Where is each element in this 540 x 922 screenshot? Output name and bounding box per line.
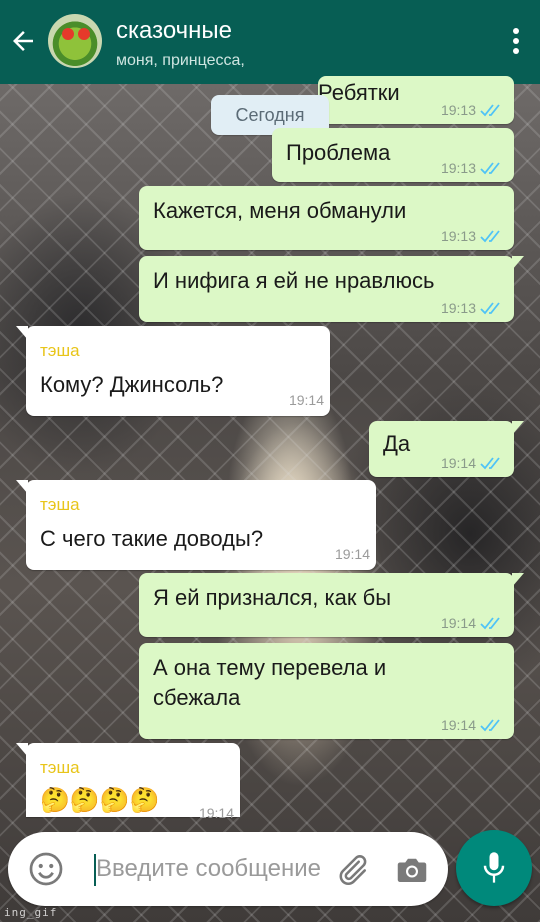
message-time: 19:14	[440, 717, 476, 733]
sender-name[interactable]: тэша	[40, 336, 80, 366]
message-text: С чего такие доводы?	[40, 526, 264, 551]
message-meta: 19:14	[289, 392, 324, 408]
message-meta: 19:14	[441, 615, 504, 631]
mic-button[interactable]	[456, 830, 532, 906]
message-outgoing[interactable]: А она тему перевела и сбежала 19:14	[139, 643, 514, 739]
double-check-icon	[480, 457, 500, 470]
message-time: 19:14	[288, 392, 324, 408]
message-emoji: 🤔🤔🤔🤔	[40, 786, 160, 814]
mic-icon	[483, 852, 505, 883]
message-time: 19:13	[440, 102, 476, 118]
message-time: 19:14	[440, 455, 476, 471]
message-text: И нифига я ей не нравлюсь	[153, 268, 435, 293]
chat-title[interactable]: сказочные	[116, 17, 232, 45]
message-meta: 19:13	[441, 228, 504, 244]
message-text-line1: А она тему перевела и	[153, 655, 387, 680]
message-text: Я ей признался, как бы	[153, 585, 392, 610]
message-meta: 19:14	[441, 717, 504, 733]
message-meta: 19:14	[441, 455, 504, 471]
message-meta: 19:13	[441, 300, 504, 316]
message-meta: 19:14	[199, 805, 234, 821]
message-text: Кажется, меня обманули	[153, 198, 407, 223]
double-check-icon	[480, 104, 500, 117]
message-meta: 19:13	[441, 160, 504, 176]
emoji-icon[interactable]	[28, 851, 64, 887]
message-text: Ребятки	[318, 80, 400, 105]
double-check-icon	[480, 617, 500, 630]
message-text: Проблема	[286, 140, 391, 165]
message-outgoing[interactable]: И нифига я ей не нравлюсь 19:13	[139, 256, 524, 322]
message-incoming[interactable]: тэша 🤔🤔🤔🤔 19:14	[16, 743, 240, 821]
chat-header: сказочные моня, принцесса,	[0, 0, 540, 84]
message-time: 19:13	[440, 300, 476, 316]
camera-icon[interactable]	[394, 852, 430, 888]
message-time: 19:13	[440, 160, 476, 176]
message-input[interactable]	[96, 848, 346, 890]
sender-name[interactable]: тэша	[40, 490, 80, 520]
watermark-text: ing_gif	[4, 906, 58, 919]
message-meta: 19:13	[441, 102, 504, 118]
double-check-icon	[480, 302, 500, 315]
message-meta: 19:14	[335, 546, 370, 562]
double-check-icon	[480, 162, 500, 175]
attach-icon[interactable]	[334, 852, 370, 888]
message-outgoing[interactable]: Да 19:14	[369, 421, 524, 477]
message-text: Кому? Джинсоль?	[40, 372, 224, 397]
message-incoming[interactable]: тэша Кому? Джинсоль? 19:14	[16, 326, 330, 416]
sender-name[interactable]: тэша	[40, 753, 80, 783]
message-outgoing[interactable]: Ребятки 19:13	[318, 76, 514, 124]
message-time: 19:14	[440, 615, 476, 631]
double-check-icon	[480, 230, 500, 243]
more-vert-icon[interactable]	[512, 28, 520, 56]
double-check-icon	[480, 719, 500, 732]
message-time: 19:14	[198, 805, 234, 821]
message-text-line2: сбежала	[153, 685, 241, 710]
message-time: 19:13	[440, 228, 476, 244]
message-text: Да	[383, 431, 411, 456]
message-outgoing[interactable]: Кажется, меня обманули 19:13	[139, 186, 514, 250]
back-arrow-icon[interactable]	[8, 26, 38, 56]
message-outgoing[interactable]: Проблема 19:13	[272, 128, 514, 182]
message-time: 19:14	[334, 546, 370, 562]
message-composer	[8, 832, 448, 906]
message-outgoing[interactable]: Я ей признался, как бы 19:14	[139, 573, 524, 637]
group-avatar[interactable]	[48, 14, 102, 68]
message-incoming[interactable]: тэша С чего такие доводы? 19:14	[16, 480, 376, 570]
chat-members-subtitle[interactable]: моня, принцесса,	[116, 52, 245, 70]
